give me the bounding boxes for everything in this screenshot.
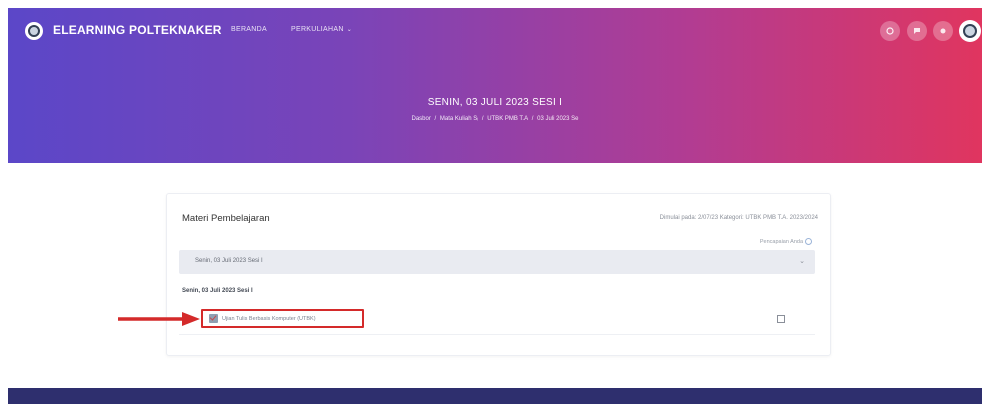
top-navbar: ELEARNING POLTEKNAKER BERANDA PERKULIAHA… [8,8,982,54]
bell-glyph [940,28,946,34]
chevron-down-icon: ⌄ [799,258,805,265]
utbk-exam-activity-link[interactable]: Ujian Tulis Berbasis Komputer (UTBK) [201,309,364,328]
quiz-icon [209,314,218,323]
breadcrumb-separator: / [434,116,437,122]
activity-label: Ujian Tulis Berbasis Komputer (UTBK) [222,315,316,322]
breadcrumb-current-section[interactable]: 03 Juli 2023 Se [537,116,578,122]
page-footer [8,388,982,404]
divider [179,334,815,335]
page-header-banner: ELEARNING POLTEKNAKER BERANDA PERKULIAHA… [8,8,982,163]
page-title: SENIN, 03 JULI 2023 SESI I [427,97,563,108]
course-meta: Dimulai pada: 2/07/23 Kategori: UTBK PMB… [659,215,818,221]
breadcrumb-separator: / [531,116,534,122]
chevron-down-icon: ⌄ [346,27,353,33]
nav-courses-dropdown[interactable]: PERKULIAHAN ⌄ [291,26,352,33]
chat-glyph [914,28,920,34]
section-toggle-label: Senin, 03 Juli 2023 Sesi I [195,258,263,264]
breadcrumb-dashboard[interactable]: Dasbor [412,116,431,122]
settings-icon[interactable] [880,21,900,41]
breadcrumb: Dasbor / Mata Kuliah Sᵢ / UTBK PMB T.A /… [8,116,982,122]
breadcrumb-course-category[interactable]: Mata Kuliah Sᵢ [440,116,478,122]
course-title: Materi Pembelajaran [182,213,270,224]
notification-icon[interactable] [933,21,953,41]
site-brand[interactable]: ELEARNING POLTEKNAKER [53,23,222,37]
info-icon[interactable] [805,238,812,245]
progress-label: Pencapaian Anda [760,238,812,245]
completion-checkbox[interactable] [777,315,785,323]
settings-glyph [886,27,894,35]
breadcrumb-course[interactable]: UTBK PMB T.A [487,116,528,122]
logo-emblem-icon [28,25,40,37]
red-arrow-icon [118,312,200,326]
section-heading: Senin, 03 Juli 2023 Sesi I [182,288,253,294]
nav-courses-label: PERKULIAHAN [291,26,344,33]
section-collapse-toggle[interactable]: Senin, 03 Juli 2023 Sesi I ⌄ [179,250,815,274]
user-avatar[interactable] [959,20,981,42]
chat-icon[interactable] [907,21,927,41]
breadcrumb-separator: / [481,116,484,122]
nav-home-link[interactable]: BERANDA [231,26,267,33]
course-content-card: Materi Pembelajaran Dimulai pada: 2/07/2… [166,193,831,356]
avatar-emblem-icon [963,24,977,38]
progress-label-text: Pencapaian Anda [759,238,803,245]
site-logo[interactable] [25,22,43,40]
